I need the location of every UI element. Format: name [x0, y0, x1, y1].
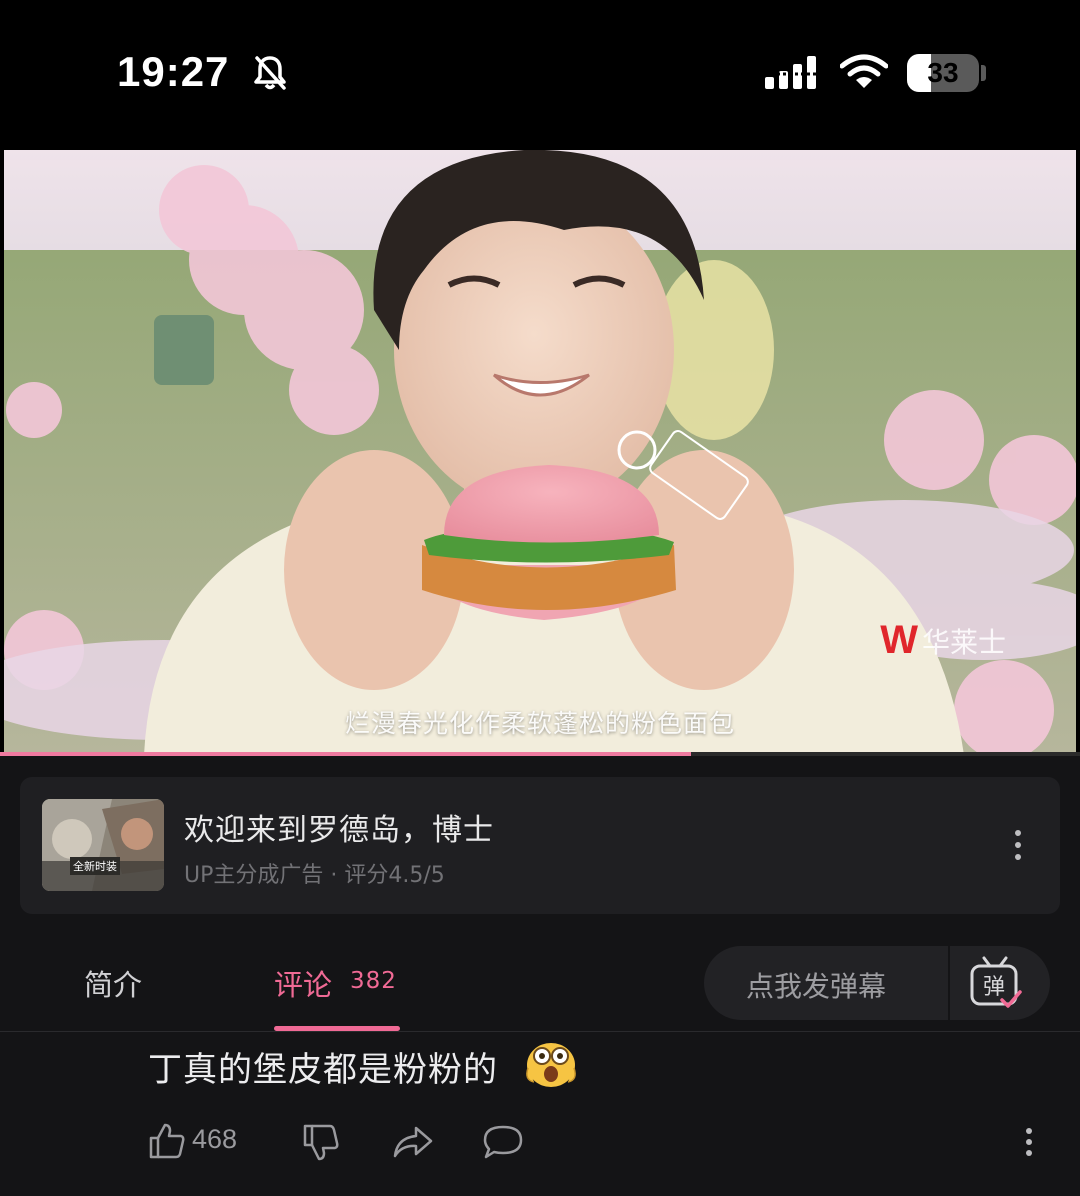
danmaku-placeholder: 点我发弹幕: [746, 970, 887, 1003]
brand-name: 华莱士: [921, 625, 1006, 659]
status-bar: 19:27 33: [0, 0, 1080, 150]
shocked-face-emoji: [526, 1043, 576, 1087]
tab-comments[interactable]: 评论: [274, 962, 332, 1004]
danmaku-toggle-icon[interactable]: 弹: [966, 956, 1026, 1012]
danmaku-input[interactable]: 点我发弹幕 弹: [704, 946, 1050, 1020]
battery-nub: [981, 65, 986, 81]
reply-bubble-icon[interactable]: [482, 1124, 524, 1160]
comment-more-icon[interactable]: [1014, 1124, 1044, 1160]
danmaku-icon-char: 弹: [983, 975, 1005, 1000]
more-vertical-icon[interactable]: [1000, 825, 1036, 865]
video-watermark: W 华莱士: [880, 618, 1006, 663]
tab-intro[interactable]: 简介: [84, 962, 142, 1004]
ad-thumbnail-caption: 全新时装: [70, 857, 120, 875]
video-frame-image: [4, 150, 1076, 755]
share-icon[interactable]: [392, 1124, 434, 1160]
thumbs-down-icon[interactable]: [302, 1122, 340, 1162]
video-subtitle: 烂漫春光化作柔软蓬松的粉色面包: [344, 709, 735, 738]
ad-title: 欢迎来到罗德岛，博士: [184, 813, 494, 848]
battery-icon: 33: [907, 54, 979, 92]
ad-thumbnail-art: [42, 799, 164, 891]
status-time: 19:27: [117, 48, 230, 95]
cellular-signal-icon: [765, 56, 817, 89]
wifi-icon: [840, 54, 888, 88]
danmaku-divider: [948, 946, 950, 1020]
comment-action-row: 468: [0, 1112, 1080, 1172]
battery-level: 33: [927, 57, 959, 88]
ad-meta: UP主分成广告 · 评分4.5/5: [184, 863, 445, 888]
tabs-bar: 简介 评论 382 点我发弹幕 弹: [0, 932, 1080, 1032]
comments-count: 382: [350, 968, 397, 994]
like-count: 468: [192, 1124, 238, 1154]
comment-text: 丁真的堡皮都是粉粉的: [148, 1050, 498, 1090]
brand-logo: W: [880, 618, 918, 662]
ad-thumbnail: 全新时装: [42, 799, 164, 891]
thumbs-up-icon[interactable]: [148, 1122, 186, 1160]
video-player[interactable]: W 华莱士 烂漫春光化作柔软蓬松的粉色面包: [4, 150, 1076, 755]
bell-slash-icon: [254, 56, 286, 90]
ad-card[interactable]: 全新时装 欢迎来到罗德岛，博士 UP主分成广告 · 评分4.5/5: [20, 777, 1060, 914]
active-tab-indicator: [274, 1026, 400, 1031]
danmaku-tv-icon: 弹: [970, 956, 1022, 1008]
